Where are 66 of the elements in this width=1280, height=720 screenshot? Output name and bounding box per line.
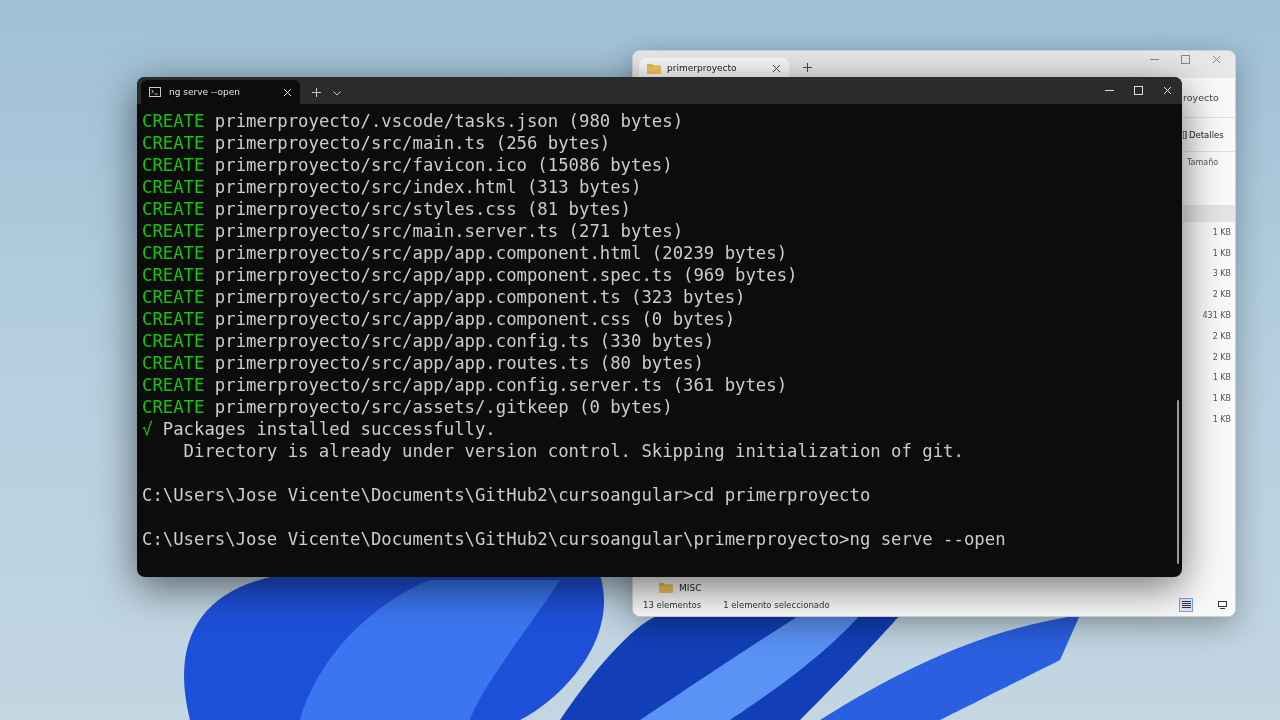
status-tag: CREATE [142, 199, 205, 219]
size-cell-text: 1 KB [1211, 393, 1232, 406]
output-line: primerproyecto/src/app/app.config.ts (330 bytes) [214, 331, 715, 351]
status-tag: CREATE [142, 243, 205, 263]
status-tag: CREATE [142, 265, 205, 285]
scrollbar[interactable] [1177, 400, 1179, 564]
size-cell-text: 431 KB [1201, 310, 1232, 323]
folder-item[interactable]: MISC [659, 582, 1183, 593]
plus-icon[interactable] [803, 63, 812, 72]
output-line: primerproyecto/src/app/app.config.server.ts (361 bytes) [214, 375, 788, 395]
size-cell-text: 2 KB [1211, 289, 1232, 302]
output-line: primerproyecto/src/app/app.component.ts (323 bytes) [214, 287, 746, 307]
new-tab-icon[interactable] [312, 88, 321, 97]
status-tag: CREATE [142, 111, 205, 131]
size-cell-text: 1 KB [1211, 372, 1232, 385]
status-tag: CREATE [142, 331, 205, 351]
size-cell-text: 2 KB [1211, 330, 1232, 343]
output-line: primerproyecto/src/app/app.component.css (0 bytes) [214, 309, 736, 329]
output-line: C:\Users\Jose Vicente\Documents\GitHub2\cursoangular>cd primerproyecto [142, 485, 871, 505]
dropdown-caret-icon[interactable] [333, 91, 341, 96]
size-cell-text: 1 KB [1211, 414, 1232, 427]
terminal-tab-title: ng serve --open [169, 87, 241, 97]
details-view-button[interactable] [1179, 598, 1193, 612]
status-tag: CREATE [142, 353, 205, 373]
output-line: primerproyecto/src/app/app.component.html (20239 bytes) [214, 243, 788, 263]
item-count: 13 elementos [643, 600, 702, 610]
status-tag: CREATE [142, 133, 205, 153]
selected-row-band [1183, 205, 1235, 222]
explorer-tab-title: primerproyecto [667, 63, 737, 73]
size-cell-text: 2 KB [1211, 351, 1232, 364]
output-line: primerproyecto/src/main.server.ts (271 bytes) [214, 221, 684, 241]
size-cell-text: 3 KB [1211, 268, 1232, 281]
explorer-tab[interactable]: primerproyecto [639, 58, 789, 78]
status-tag: CREATE [142, 287, 205, 307]
output-line: primerproyecto/src/assets/.gitkeep (0 bytes) [214, 397, 673, 417]
output-line: Directory is already under version control. Skipping initialization of git. [182, 441, 964, 461]
status-tag: CREATE [142, 375, 205, 395]
output-line: primerproyecto/src/styles.css (81 bytes) [214, 199, 631, 219]
tiles-view-button[interactable] [1215, 598, 1229, 612]
status-tag: CREATE [142, 155, 205, 175]
address-bar-text: royecto [1183, 92, 1219, 103]
column-header[interactable]: Tamaño [1183, 152, 1235, 172]
terminal-tab[interactable]: ng serve --open [141, 80, 300, 104]
output-line: primerproyecto/src/app/app.routes.ts (80 bytes) [214, 353, 704, 373]
output-line: C:\Users\Jose Vicente\Documents\GitHub2\cursoangular\primerproyecto>ng serve --open [142, 529, 1006, 549]
output-line: primerproyecto/src/index.html (313 bytes) [214, 177, 642, 197]
status-tag: CREATE [142, 397, 205, 417]
folder-icon [659, 582, 673, 593]
close-icon[interactable] [772, 63, 781, 73]
folder-icon [647, 62, 661, 74]
terminal-icon [149, 87, 161, 97]
output-line: primerproyecto/src/app/app.component.spec.ts (969 bytes) [214, 265, 798, 285]
size-cell-text: 1 KB [1211, 247, 1232, 260]
output-line: primerproyecto/src/favicon.ico (15086 bytes) [214, 155, 673, 175]
output-line: Packages installed successfully. [162, 419, 496, 439]
output-line: primerproyecto/.vscode/tasks.json (980 bytes) [214, 111, 684, 131]
output-line: primerproyecto/src/main.ts (256 bytes) [214, 133, 611, 153]
status-tag: CREATE [142, 177, 205, 197]
selection-status: 1 elemento seleccionado [723, 600, 830, 610]
folder-name: MISC [679, 582, 702, 593]
pane-icon [1183, 130, 1187, 139]
size-cell-text: 1 KB [1211, 226, 1232, 239]
status-tag: CREATE [142, 221, 205, 241]
status-tag: √ [142, 419, 153, 439]
status-tag: CREATE [142, 309, 205, 329]
details-button[interactable]: Detalles [1183, 118, 1235, 152]
